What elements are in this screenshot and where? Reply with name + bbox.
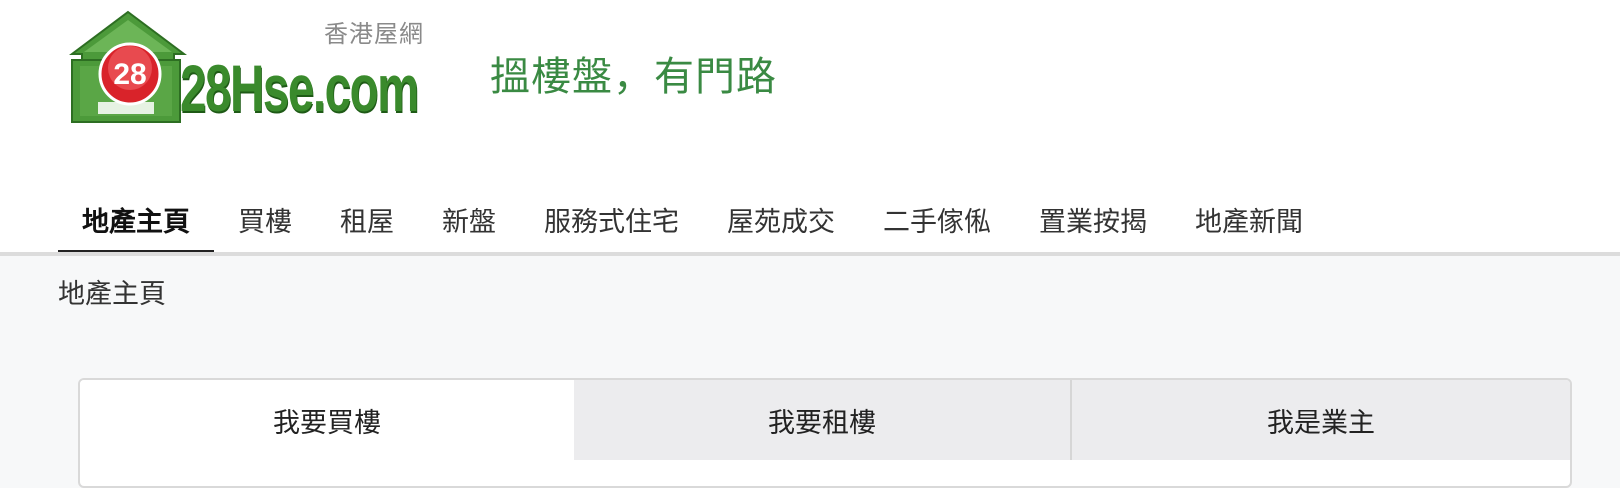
tab-buy[interactable]: 我要買樓 (80, 380, 574, 460)
nav-item-transactions[interactable]: 屋苑成交 (703, 190, 859, 254)
logo-site-name: 28Hse.com (180, 51, 419, 125)
nav-item-serviced-apartment[interactable]: 服務式住宅 (520, 190, 703, 254)
logo-tagline: 香港屋網 (324, 20, 424, 48)
nav-item-mortgage[interactable]: 置業按揭 (1015, 190, 1171, 254)
search-panel: 我要買樓 我要租樓 我是業主 (78, 378, 1572, 488)
house-logo-icon: 28 (69, 10, 187, 123)
tab-rent[interactable]: 我要租樓 (574, 380, 1072, 460)
main-nav: 地產主頁 買樓 租屋 新盤 服務式住宅 屋苑成交 二手傢俬 置業按揭 地產新聞 (58, 190, 1327, 254)
site-slogan: 搵樓盤，有門路 (490, 54, 777, 100)
search-tabs: 我要買樓 我要租樓 我是業主 (80, 380, 1570, 460)
site-header: 28 香港屋網 28Hse.com 搵樓盤，有門路 地產主頁 買樓 租屋 新盤 … (0, 0, 1620, 256)
logo-badge-number: 28 (113, 58, 146, 91)
tab-owner[interactable]: 我是業主 (1072, 380, 1570, 460)
nav-item-rent[interactable]: 租屋 (316, 190, 418, 254)
breadcrumb: 地產主頁 (58, 279, 166, 310)
nav-divider (0, 252, 1620, 256)
nav-item-home[interactable]: 地產主頁 (58, 190, 214, 254)
nav-item-new-development[interactable]: 新盤 (418, 190, 520, 254)
nav-item-buy[interactable]: 買樓 (214, 190, 316, 254)
nav-item-second-hand-furniture[interactable]: 二手傢俬 (859, 190, 1015, 254)
site-logo[interactable]: 28 香港屋網 28Hse.com (68, 10, 440, 128)
nav-item-property-news[interactable]: 地產新聞 (1171, 190, 1327, 254)
